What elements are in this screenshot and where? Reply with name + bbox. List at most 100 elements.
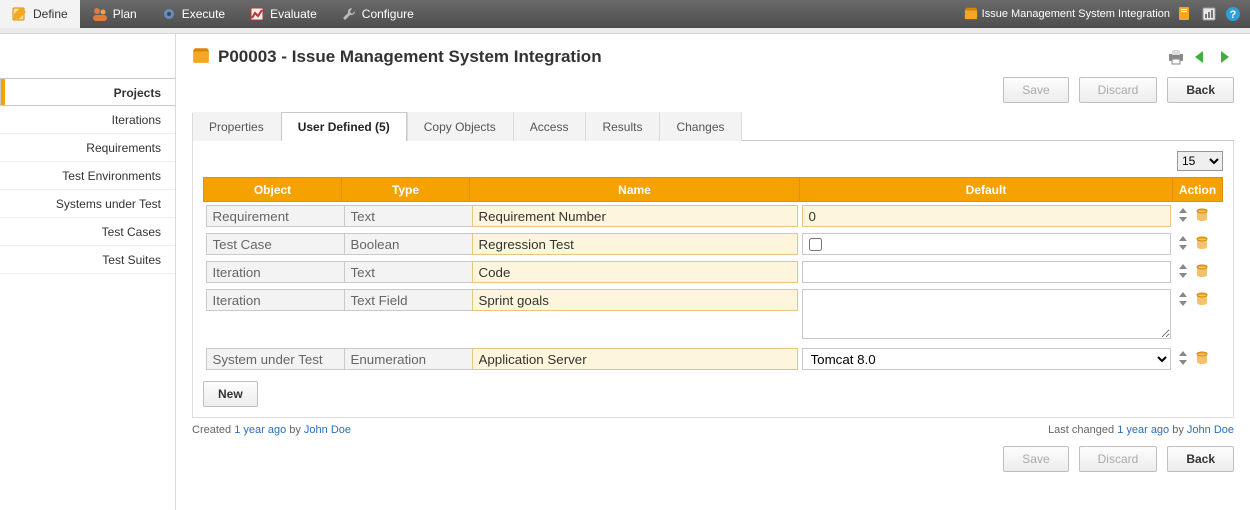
top-tab-label: Evaluate: [270, 7, 317, 21]
top-tab-configure[interactable]: Configure: [329, 0, 426, 28]
save-button-bottom[interactable]: Save: [1003, 446, 1068, 472]
grid-row: [204, 258, 1223, 286]
tab-panel-user-defined: 15 Object Type Name Default Action Tomc: [192, 141, 1234, 418]
top-tab-plan[interactable]: Plan: [80, 0, 149, 28]
name-input[interactable]: [472, 205, 798, 227]
reorder-icon[interactable]: [1175, 291, 1191, 307]
sidebar-item-test-suites[interactable]: Test Suites: [0, 246, 175, 274]
discard-button-bottom[interactable]: Discard: [1079, 446, 1158, 472]
content-tabs: PropertiesUser Defined (5)Copy ObjectsAc…: [192, 111, 1234, 141]
title-actions: [1166, 48, 1234, 66]
name-input[interactable]: [472, 348, 798, 370]
top-tab-execute[interactable]: Execute: [149, 0, 237, 28]
grid-row: [204, 202, 1223, 231]
default-input[interactable]: [802, 205, 1171, 227]
reorder-icon[interactable]: [1175, 350, 1191, 366]
top-tabs-container: Define Plan Execute Evaluate Configure: [0, 0, 426, 28]
new-button[interactable]: New: [203, 381, 258, 407]
delete-icon[interactable]: [1194, 235, 1210, 251]
default-input[interactable]: [802, 261, 1171, 283]
page-size-row: 15: [203, 151, 1223, 171]
default-textarea[interactable]: [802, 289, 1171, 339]
bottom-button-row: Save Discard Back: [192, 446, 1234, 472]
delete-icon[interactable]: [1194, 350, 1210, 366]
sidebar-item-iterations[interactable]: Iterations: [0, 106, 175, 134]
discard-button[interactable]: Discard: [1079, 77, 1158, 103]
back-button[interactable]: Back: [1167, 77, 1234, 103]
changed-user-link[interactable]: John Doe: [1187, 424, 1234, 436]
sidebar-item-projects[interactable]: Projects: [0, 78, 175, 106]
page-title: P00003 - Issue Management System Integra…: [218, 47, 602, 67]
package-icon: [964, 6, 978, 23]
created-by-text: by: [286, 424, 304, 436]
sidebar-item-test-cases[interactable]: Test Cases: [0, 218, 175, 246]
nav-next-icon[interactable]: [1214, 48, 1234, 66]
col-action: Action: [1173, 178, 1223, 202]
wrench-icon: [341, 6, 357, 22]
page-size-select[interactable]: 15: [1177, 151, 1223, 171]
top-toolbar: Define Plan Execute Evaluate Configure Issue…: [0, 0, 1250, 28]
footer-meta: Created 1 year ago by John Doe Last chan…: [192, 424, 1234, 436]
reorder-icon[interactable]: [1175, 235, 1191, 251]
default-checkbox[interactable]: [809, 238, 822, 251]
tab-properties[interactable]: Properties: [192, 112, 281, 141]
top-tab-evaluate[interactable]: Evaluate: [237, 0, 329, 28]
delete-icon[interactable]: [1194, 207, 1210, 223]
grid-header-row: Object Type Name Default Action: [204, 178, 1223, 202]
tab-access[interactable]: Access: [513, 112, 586, 141]
top-button-row: Save Discard Back: [192, 77, 1234, 103]
notes-icon[interactable]: [1176, 5, 1194, 23]
default-select[interactable]: Tomcat 8.0: [802, 348, 1171, 370]
sidebar-item-systems-under-test[interactable]: Systems under Test: [0, 190, 175, 218]
delete-icon[interactable]: [1194, 291, 1210, 307]
nav-prev-icon[interactable]: [1190, 48, 1210, 66]
sidebar: ProjectsIterationsRequirementsTest Envir…: [0, 34, 176, 510]
top-tab-define[interactable]: Define: [0, 0, 80, 28]
gear-icon: [161, 6, 177, 22]
created-meta: Created 1 year ago by John Doe: [192, 424, 351, 436]
grid-row: Tomcat 8.0: [204, 345, 1223, 373]
pencil-note-icon: [12, 6, 28, 22]
reports-icon[interactable]: [1200, 5, 1218, 23]
changed-meta: Last changed 1 year ago by John Doe: [1048, 424, 1234, 436]
col-name: Name: [470, 178, 800, 202]
top-tab-label: Define: [33, 7, 68, 21]
body: ProjectsIterationsRequirementsTest Envir…: [0, 34, 1250, 510]
project-context-label: Issue Management System Integration: [982, 8, 1170, 20]
changed-by-text: by: [1169, 424, 1187, 436]
chart-icon: [249, 6, 265, 22]
changed-prefix: Last changed: [1048, 424, 1117, 436]
grid-row: [204, 286, 1223, 345]
changed-age-link[interactable]: 1 year ago: [1117, 424, 1169, 436]
tab-results[interactable]: Results: [585, 112, 659, 141]
name-input[interactable]: [472, 233, 798, 255]
col-type: Type: [342, 178, 470, 202]
created-prefix: Created: [192, 424, 234, 436]
top-tab-label: Plan: [113, 7, 137, 21]
print-icon[interactable]: [1166, 48, 1186, 66]
project-context[interactable]: Issue Management System Integration: [964, 6, 1170, 23]
delete-icon[interactable]: [1194, 263, 1210, 279]
main: P00003 - Issue Management System Integra…: [176, 34, 1250, 510]
created-user-link[interactable]: John Doe: [304, 424, 351, 436]
top-tab-label: Execute: [182, 7, 225, 21]
back-button-bottom[interactable]: Back: [1167, 446, 1234, 472]
page-title-row: P00003 - Issue Management System Integra…: [192, 46, 1234, 67]
sidebar-item-test-environments[interactable]: Test Environments: [0, 162, 175, 190]
top-right-tools: Issue Management System Integration ?: [964, 0, 1250, 28]
sidebar-item-requirements[interactable]: Requirements: [0, 134, 175, 162]
tab-user-defined-5-[interactable]: User Defined (5): [281, 112, 407, 141]
name-input[interactable]: [472, 261, 798, 283]
new-row: New: [203, 381, 1223, 407]
tab-changes[interactable]: Changes: [659, 112, 741, 141]
reorder-icon[interactable]: [1175, 263, 1191, 279]
created-age-link[interactable]: 1 year ago: [234, 424, 286, 436]
people-icon: [92, 6, 108, 22]
reorder-icon[interactable]: [1175, 207, 1191, 223]
name-input[interactable]: [472, 289, 798, 311]
help-icon[interactable]: ?: [1224, 5, 1242, 23]
top-tab-label: Configure: [362, 7, 414, 21]
tab-copy-objects[interactable]: Copy Objects: [407, 112, 513, 141]
package-icon: [192, 46, 210, 67]
save-button[interactable]: Save: [1003, 77, 1068, 103]
